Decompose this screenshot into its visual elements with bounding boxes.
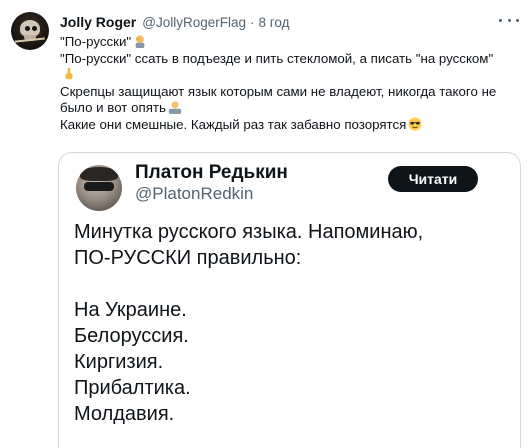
quote-line: На Украине. (74, 299, 187, 321)
tweet-line: "По-русски" (60, 34, 522, 51)
avatar-sunglasses (84, 182, 114, 191)
quoted-author-handle[interactable]: @PlatonRedkin (135, 184, 253, 204)
more-options-icon[interactable] (499, 13, 519, 27)
read-button[interactable]: Читати (388, 166, 478, 192)
quote-line: ПО-РУССКИ правильно: (74, 247, 302, 269)
quoted-tweet-text: Минутка русского языка. Напоминаю, ПО-РУ… (74, 219, 514, 427)
tweet-time[interactable]: 8 год (259, 15, 290, 30)
quote-line: Прибалтика. (74, 377, 191, 399)
tweet-line (60, 67, 522, 84)
sunglasses-emoji (408, 117, 422, 131)
quoted-tweet-card[interactable]: Платон Редькин @PlatonRedkin Читати Мину… (58, 152, 521, 448)
skull-eye (25, 26, 30, 31)
quote-line: Минутка русского языка. Напоминаю, (74, 221, 424, 243)
quote-line: Молдавия. (74, 403, 175, 425)
author-avatar[interactable] (11, 12, 49, 50)
skull-eye (32, 26, 37, 31)
tweet-header: Jolly Roger @JollyRogerFlag · 8 год (60, 12, 289, 32)
tweet-line: было и вот опять (60, 100, 522, 117)
tweet-text: "По-русски" "По-русски" ссать в подъезде… (60, 34, 522, 134)
author-handle[interactable]: @JollyRogerFlag (142, 15, 246, 30)
tweet-line: "По-русски" ссать в подъезде и пить стек… (60, 50, 494, 66)
quoted-author-name[interactable]: Платон Редькин (135, 162, 288, 184)
tweet-line: Какие они смешные. Каждый раз так забавн… (60, 117, 522, 134)
separator-dot: · (250, 14, 255, 30)
quote-line: Белоруссия. (74, 325, 189, 347)
pointing-up-emoji (65, 68, 73, 80)
avatar-hair (80, 167, 118, 181)
crossed-swords (14, 37, 46, 47)
quote-line (74, 271, 514, 297)
man-shrugging-emoji (168, 101, 182, 115)
man-facepalming-emoji (135, 35, 145, 48)
tweet-line: Скрепцы защищают язык которым сами не вл… (60, 83, 497, 99)
quoted-author-avatar[interactable] (76, 165, 122, 211)
quote-line: Киргизия. (74, 351, 164, 373)
author-name[interactable]: Jolly Roger (60, 14, 136, 30)
